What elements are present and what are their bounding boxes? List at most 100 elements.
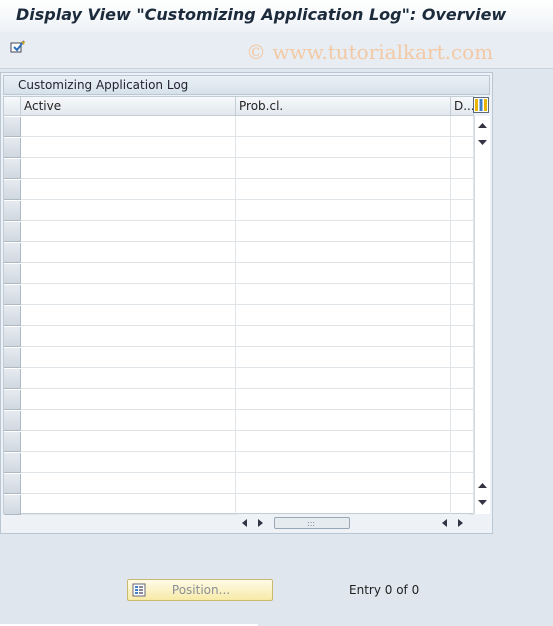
cell-d[interactable] <box>451 179 474 200</box>
row-selector[interactable] <box>4 201 21 221</box>
row-selector[interactable] <box>4 285 21 305</box>
row-selector[interactable] <box>4 411 21 431</box>
cell-d[interactable] <box>451 200 474 221</box>
cell-active[interactable] <box>21 347 236 368</box>
cell-d[interactable] <box>451 158 474 179</box>
scroll-right-icon[interactable] <box>257 518 265 528</box>
table-grid: Active Prob.cl. D... <box>3 96 475 515</box>
row-selector[interactable] <box>4 495 21 515</box>
scroll-up-icon[interactable] <box>477 121 488 129</box>
cell-active[interactable] <box>21 284 236 305</box>
cell-prob-cl[interactable] <box>236 347 451 368</box>
cell-active[interactable] <box>21 368 236 389</box>
cell-active[interactable] <box>21 326 236 347</box>
cell-d[interactable] <box>451 221 474 242</box>
scroll-down-icon[interactable] <box>477 139 488 147</box>
cell-prob-cl[interactable] <box>236 221 451 242</box>
horizontal-scrollbar[interactable]: ::: <box>237 514 469 531</box>
cell-prob-cl[interactable] <box>236 200 451 221</box>
horizontal-scroll-thumb[interactable]: ::: <box>274 517 350 529</box>
scroll-page-up-icon[interactable] <box>477 481 488 489</box>
cell-active[interactable] <box>21 410 236 431</box>
column-header-label: D... <box>454 99 475 113</box>
cell-active[interactable] <box>21 389 236 410</box>
cell-active[interactable] <box>21 431 236 452</box>
cell-d[interactable] <box>451 326 474 347</box>
cell-prob-cl[interactable] <box>236 158 451 179</box>
entry-counter: Entry 0 of 0 <box>349 583 420 597</box>
row-selector[interactable] <box>4 453 21 473</box>
row-selector[interactable] <box>4 348 21 368</box>
cell-active[interactable] <box>21 200 236 221</box>
cell-d[interactable] <box>451 494 474 515</box>
row-selector[interactable] <box>4 222 21 242</box>
cell-active[interactable] <box>21 305 236 326</box>
display-change-toggle-icon[interactable] <box>10 40 28 54</box>
column-settings-icon[interactable] <box>473 97 489 113</box>
cell-d[interactable] <box>451 305 474 326</box>
cell-d[interactable] <box>451 242 474 263</box>
cell-active[interactable] <box>21 116 236 137</box>
cell-active[interactable] <box>21 221 236 242</box>
cell-prob-cl[interactable] <box>236 368 451 389</box>
cell-d[interactable] <box>451 431 474 452</box>
cell-prob-cl[interactable] <box>236 452 451 473</box>
cell-prob-cl[interactable] <box>236 389 451 410</box>
cell-active[interactable] <box>21 473 236 494</box>
cell-prob-cl[interactable] <box>236 326 451 347</box>
row-selector[interactable] <box>4 327 21 347</box>
row-selector[interactable] <box>4 306 21 326</box>
cell-active[interactable] <box>21 263 236 284</box>
cell-d[interactable] <box>451 410 474 431</box>
cell-prob-cl[interactable] <box>236 494 451 515</box>
vertical-scrollbar[interactable] <box>474 116 490 514</box>
scroll-far-right-icon[interactable] <box>457 518 465 528</box>
cell-d[interactable] <box>451 284 474 305</box>
column-header-active[interactable]: Active <box>21 97 236 116</box>
position-button[interactable]: Position... <box>127 579 273 601</box>
cell-active[interactable] <box>21 452 236 473</box>
cell-active[interactable] <box>21 158 236 179</box>
row-selector[interactable] <box>4 243 21 263</box>
cell-prob-cl[interactable] <box>236 137 451 158</box>
row-selector[interactable] <box>4 159 21 179</box>
row-selector[interactable] <box>4 264 21 284</box>
cell-prob-cl[interactable] <box>236 284 451 305</box>
cell-prob-cl[interactable] <box>236 179 451 200</box>
scroll-page-down-icon[interactable] <box>477 499 488 507</box>
column-header-d[interactable]: D... <box>451 97 475 116</box>
cell-d[interactable] <box>451 137 474 158</box>
cell-d[interactable] <box>451 389 474 410</box>
cell-d[interactable] <box>451 368 474 389</box>
cell-prob-cl[interactable] <box>236 116 451 137</box>
cell-prob-cl[interactable] <box>236 263 451 284</box>
scroll-far-left-icon[interactable] <box>440 518 448 528</box>
select-all-header[interactable] <box>4 97 21 116</box>
cell-active[interactable] <box>21 137 236 158</box>
row-selector[interactable] <box>4 117 21 137</box>
cell-active[interactable] <box>21 242 236 263</box>
row-selector[interactable] <box>4 180 21 200</box>
cell-d[interactable] <box>451 452 474 473</box>
column-header-label: Active <box>24 99 62 113</box>
row-selector[interactable] <box>4 138 21 158</box>
cell-d[interactable] <box>451 116 474 137</box>
row-selector[interactable] <box>4 432 21 452</box>
row-selector[interactable] <box>4 474 21 494</box>
cell-prob-cl[interactable] <box>236 305 451 326</box>
cell-prob-cl[interactable] <box>236 242 451 263</box>
scroll-left-icon[interactable] <box>240 518 248 528</box>
cell-prob-cl[interactable] <box>236 431 451 452</box>
row-selector[interactable] <box>4 390 21 410</box>
watermark: © www.tutorialkart.com <box>246 40 494 64</box>
cell-active[interactable] <box>21 179 236 200</box>
cell-d[interactable] <box>451 473 474 494</box>
column-header-prob-cl[interactable]: Prob.cl. <box>236 97 451 116</box>
row-selector[interactable] <box>4 369 21 389</box>
cell-d[interactable] <box>451 347 474 368</box>
cell-prob-cl[interactable] <box>236 410 451 431</box>
cell-d[interactable] <box>451 263 474 284</box>
position-button-label: Position... <box>171 583 231 597</box>
cell-active[interactable] <box>21 494 236 515</box>
cell-prob-cl[interactable] <box>236 473 451 494</box>
